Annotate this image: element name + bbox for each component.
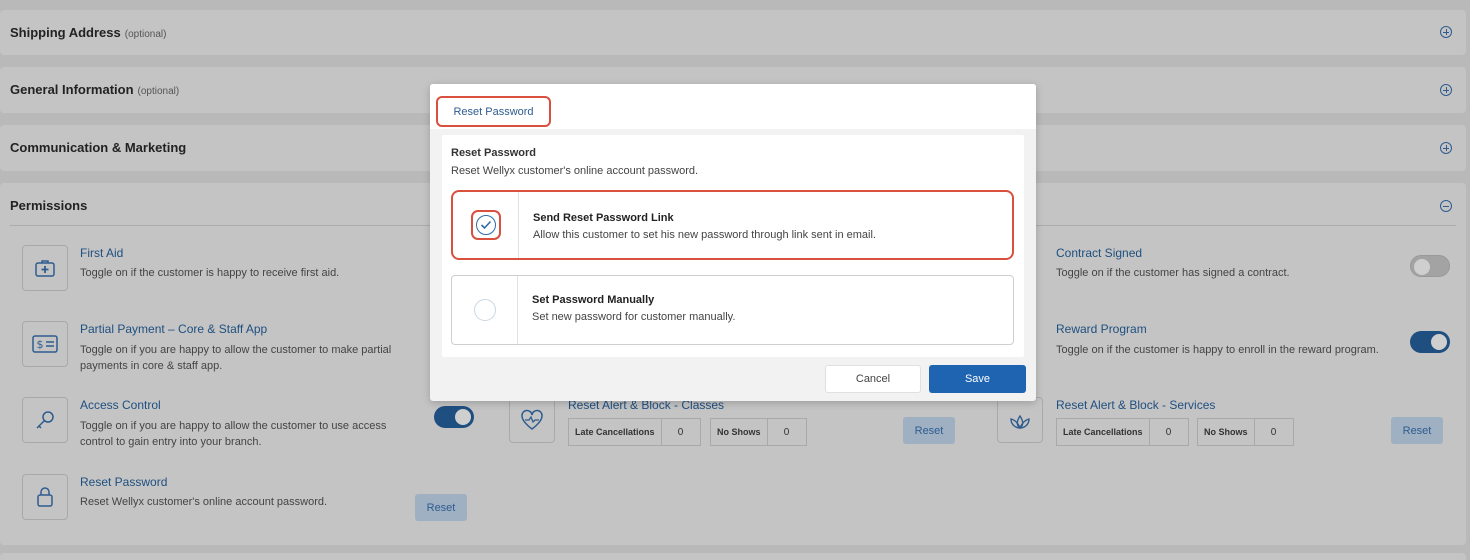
- check-circle-icon: [475, 215, 496, 235]
- contract-signed-title: Contract Signed: [1056, 246, 1143, 260]
- modal-header: Reset Password: [430, 84, 1036, 129]
- tab-reset-password[interactable]: Reset Password: [436, 96, 551, 127]
- option-send-reset-link[interactable]: Send Reset Password Link Allow this cust…: [451, 190, 1014, 260]
- option-set-password-manually[interactable]: Set Password Manually Set new password f…: [451, 275, 1014, 345]
- reset-password-modal: Reset Password Reset Password Reset Well…: [430, 84, 1036, 401]
- section-shipping-address[interactable]: Shipping Address (optional): [0, 10, 1466, 55]
- first-aid-icon: [22, 245, 68, 291]
- expand-plus-icon[interactable]: [1440, 26, 1452, 38]
- selected-check-highlight[interactable]: [470, 210, 501, 240]
- save-button[interactable]: Save: [929, 365, 1026, 393]
- modal-body: Reset Password Reset Wellyx customer's o…: [442, 135, 1024, 357]
- reset-password-button[interactable]: Reset: [415, 494, 467, 521]
- reward-program-title: Reward Program: [1056, 322, 1147, 336]
- reset-password-desc: Reset Wellyx customer's online account p…: [80, 496, 328, 508]
- section-next: [0, 553, 1466, 560]
- late-cancellations-counter[interactable]: Late Cancellations 0: [1056, 418, 1189, 446]
- option-title: Send Reset Password Link: [533, 212, 674, 224]
- reset-password-title: Reset Password: [80, 475, 168, 489]
- alert-services-title: Reset Alert & Block - Services: [1056, 398, 1216, 412]
- expand-plus-icon[interactable]: [1440, 142, 1452, 154]
- reward-program-desc: Toggle on if the customer is happy to en…: [1056, 344, 1379, 356]
- access-control-desc: Toggle on if you are happy to allow the …: [80, 420, 387, 448]
- first-aid-desc: Toggle on if the customer is happy to re…: [80, 267, 340, 279]
- section-title: Communication & Marketing: [10, 140, 187, 155]
- heartbeat-icon: [509, 397, 555, 443]
- reset-alert-services-button[interactable]: Reset: [1391, 417, 1443, 444]
- collapse-minus-icon[interactable]: [1440, 200, 1452, 212]
- modal-body-title: Reset Password: [451, 147, 536, 159]
- contract-signed-desc: Toggle on if the customer has signed a c…: [1056, 267, 1290, 279]
- partial-payment-desc: Toggle on if you are happy to allow the …: [80, 344, 392, 372]
- section-title: Permissions: [10, 198, 88, 213]
- lotus-icon: [997, 397, 1043, 443]
- lock-icon: [22, 474, 68, 520]
- expand-plus-icon[interactable]: [1440, 84, 1452, 96]
- modal-body-desc: Reset Wellyx customer's online account p…: [451, 165, 699, 177]
- cancel-button[interactable]: Cancel: [825, 365, 921, 393]
- contract-signed-toggle[interactable]: [1410, 255, 1450, 277]
- first-aid-title: First Aid: [80, 246, 124, 260]
- money-icon: $: [22, 321, 68, 367]
- access-control-toggle[interactable]: [434, 406, 474, 428]
- section-title: Shipping Address (optional): [10, 25, 167, 40]
- reset-alert-classes-button[interactable]: Reset: [903, 417, 955, 444]
- partial-payment-title: Partial Payment – Core & Staff App: [80, 322, 268, 336]
- option-title: Set Password Manually: [532, 294, 655, 306]
- section-title: General Information (optional): [10, 82, 180, 97]
- option-desc: Set new password for customer manually.: [532, 311, 736, 323]
- reward-program-toggle[interactable]: [1410, 331, 1450, 353]
- radio-wrap: [453, 192, 519, 258]
- no-shows-counter[interactable]: No Shows 0: [710, 418, 807, 446]
- radio-icon[interactable]: [473, 299, 496, 321]
- option-desc: Allow this customer to set his new passw…: [533, 229, 876, 241]
- access-control-title: Access Control: [80, 398, 161, 412]
- late-cancellations-counter[interactable]: Late Cancellations 0: [568, 418, 701, 446]
- no-shows-counter[interactable]: No Shows 0: [1197, 418, 1294, 446]
- radio-wrap: [452, 276, 518, 344]
- key-icon: [22, 397, 68, 443]
- svg-text:$: $: [37, 338, 44, 351]
